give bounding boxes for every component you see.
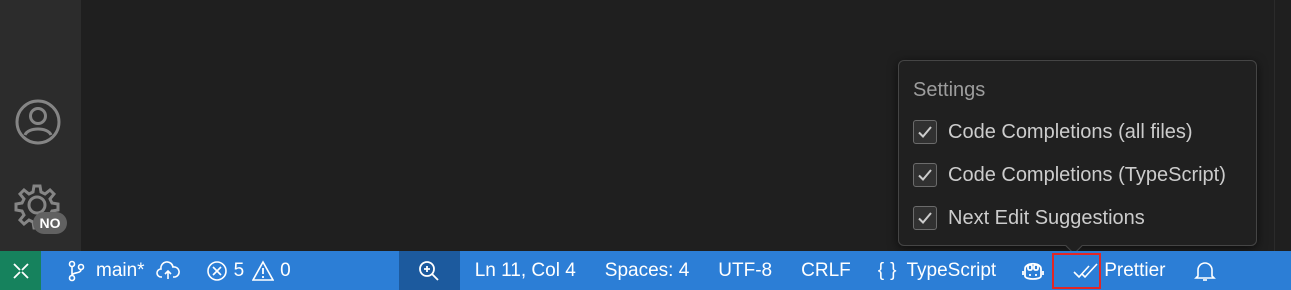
error-count: 5 xyxy=(233,259,245,281)
warning-icon xyxy=(252,259,275,281)
option-next-edit-suggestions[interactable]: Next Edit Suggestions xyxy=(913,205,1145,231)
error-icon xyxy=(206,260,227,281)
popup-title: Settings xyxy=(913,79,986,101)
checkmark-icon xyxy=(918,212,932,224)
checkbox[interactable] xyxy=(913,206,937,230)
zoom-in-icon xyxy=(419,260,439,281)
notifications-button[interactable] xyxy=(1194,251,1217,290)
checkmark-icon xyxy=(918,126,932,138)
copilot-highlight-frame xyxy=(1052,253,1101,289)
cloud-upload-icon xyxy=(155,260,180,279)
remote-button[interactable] xyxy=(0,251,41,290)
sync-button[interactable] xyxy=(155,251,180,290)
problems-button[interactable]: 5 0 xyxy=(206,251,291,290)
option-label: Code Completions (TypeScript) xyxy=(948,163,1226,186)
editor-scrollbar-edge xyxy=(1274,0,1275,251)
manage-badge: NO xyxy=(33,212,67,234)
prettier-label: Prettier xyxy=(1104,259,1166,281)
copilot-button[interactable] xyxy=(1009,251,1057,290)
encoding[interactable]: UTF-8 xyxy=(718,251,772,290)
git-branch-icon xyxy=(68,260,85,281)
option-label: Code Completions (all files) xyxy=(948,120,1193,143)
checkbox[interactable] xyxy=(913,120,937,144)
branch-name: main* xyxy=(96,259,145,281)
bell-icon xyxy=(1194,261,1217,281)
braces-icon: {} xyxy=(877,259,903,281)
language-name: TypeScript xyxy=(906,259,997,281)
indentation[interactable]: Spaces: 4 xyxy=(605,251,690,290)
settings-popup: Settings Code Completions (all files) Co… xyxy=(898,60,1257,246)
copilot-icon xyxy=(1022,262,1045,280)
activity-bar: NO xyxy=(0,0,81,251)
option-code-completions-typescript[interactable]: Code Completions (TypeScript) xyxy=(913,162,1226,188)
zoom-button[interactable] xyxy=(398,251,460,290)
cursor-position[interactable]: Ln 11, Col 4 xyxy=(475,251,576,290)
checkbox[interactable] xyxy=(913,163,937,187)
warning-count: 0 xyxy=(280,259,291,281)
checkmark-icon xyxy=(918,169,932,181)
language-mode[interactable]: {} TypeScript xyxy=(878,251,996,290)
account-icon[interactable] xyxy=(13,97,63,147)
option-label: Next Edit Suggestions xyxy=(948,206,1145,229)
branch-button[interactable]: main* xyxy=(67,251,145,290)
end-of-line[interactable]: CRLF xyxy=(801,251,851,290)
option-code-completions-all[interactable]: Code Completions (all files) xyxy=(913,119,1193,145)
remote-icon xyxy=(12,262,29,279)
